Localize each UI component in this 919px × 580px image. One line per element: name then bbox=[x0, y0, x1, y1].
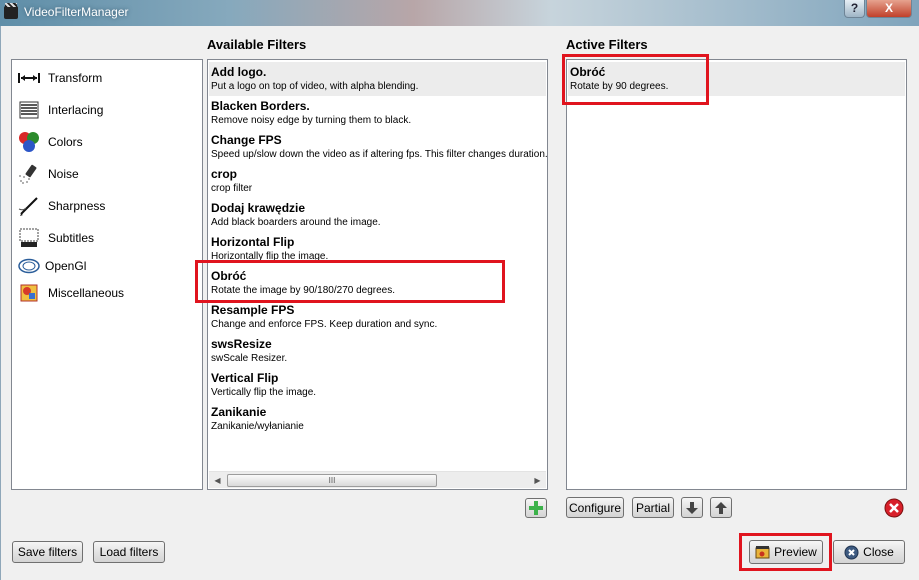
remove-icon bbox=[884, 498, 904, 518]
move-up-button[interactable] bbox=[710, 497, 732, 518]
category-item-interlacing[interactable]: Interlacing bbox=[18, 97, 103, 123]
close-icon bbox=[844, 545, 859, 560]
scrollbar-thumb[interactable]: III bbox=[227, 474, 437, 487]
load-filters-button[interactable]: Load filters bbox=[93, 541, 165, 563]
miscellaneous-icon bbox=[18, 282, 40, 304]
window-titlebar: VideoFilterManager ? X bbox=[0, 0, 919, 26]
available-filter-item[interactable]: crop crop filter bbox=[209, 164, 546, 198]
opengl-icon bbox=[18, 255, 40, 277]
category-item-noise[interactable]: Noise bbox=[18, 161, 79, 187]
available-filter-item[interactable]: Dodaj krawędzie Add black boarders aroun… bbox=[209, 198, 546, 232]
filter-description: Put a logo on top of video, with alpha b… bbox=[211, 81, 419, 92]
filter-name: Obróć bbox=[211, 269, 247, 283]
preview-icon bbox=[755, 545, 770, 559]
filter-description: Vertically flip the image. bbox=[211, 387, 317, 398]
subtitles-icon bbox=[18, 227, 40, 249]
filter-description: Horizontally flip the image. bbox=[211, 251, 329, 262]
filter-name: Add logo. bbox=[211, 65, 267, 79]
filter-description: Zanikanie/wyłanianie bbox=[211, 421, 304, 432]
category-item-miscellaneous[interactable]: Miscellaneous bbox=[18, 280, 124, 306]
available-filter-item[interactable]: Resample FPS Change and enforce FPS. Kee… bbox=[209, 300, 546, 334]
noise-icon bbox=[18, 163, 40, 185]
plus-icon bbox=[529, 501, 543, 515]
filter-name: crop bbox=[211, 167, 238, 181]
preview-label: Preview bbox=[774, 545, 817, 559]
filter-description: Remove noisy edge by turning them to bla… bbox=[211, 115, 412, 126]
window-close-button[interactable]: X bbox=[866, 0, 912, 18]
clapperboard-icon bbox=[4, 3, 18, 19]
filter-description: Rotate the image by 90/180/270 degrees. bbox=[211, 285, 396, 296]
interlacing-icon bbox=[18, 99, 40, 121]
configure-button[interactable]: Configure bbox=[566, 497, 624, 518]
active-filter-item[interactable]: Obróć Rotate by 90 degrees. bbox=[568, 62, 905, 96]
close-label: Close bbox=[863, 545, 894, 559]
category-label: Transform bbox=[48, 71, 103, 85]
category-item-subtitles[interactable]: Subtitles bbox=[18, 225, 94, 251]
arrow-up-icon bbox=[715, 501, 727, 514]
category-label: Sharpness bbox=[48, 199, 106, 213]
save-filters-button[interactable]: Save filters bbox=[12, 541, 83, 563]
filter-name: Zanikanie bbox=[211, 405, 267, 419]
available-filter-item[interactable]: Change FPS Speed up/slow down the video … bbox=[209, 130, 548, 164]
category-item-colors[interactable]: Colors bbox=[18, 129, 83, 155]
active-filters-heading: Active Filters bbox=[566, 37, 648, 52]
category-item-opengl[interactable]: OpenGl bbox=[18, 253, 86, 279]
scroll-right-icon[interactable]: ▶ bbox=[529, 472, 546, 488]
available-filter-item[interactable]: Obróć Rotate the image by 90/180/270 deg… bbox=[209, 266, 546, 300]
filter-description: Change and enforce FPS. Keep duration an… bbox=[211, 319, 438, 330]
filter-description: Speed up/slow down the video as if alter… bbox=[211, 149, 548, 160]
horizontal-scrollbar[interactable]: ◀ III ▶ bbox=[209, 471, 546, 488]
dialog-body: Available Filters Active Filters Transfo… bbox=[0, 26, 919, 580]
active-filters-list: Obróć Rotate by 90 degrees. bbox=[566, 59, 907, 490]
colors-icon bbox=[18, 131, 40, 153]
add-filter-button[interactable] bbox=[525, 498, 547, 518]
filter-name: Blacken Borders. bbox=[211, 99, 310, 113]
filter-name: Obróć bbox=[570, 65, 606, 79]
filter-description: swScale Resizer. bbox=[211, 353, 288, 364]
available-filter-item[interactable]: Blacken Borders. Remove noisy edge by tu… bbox=[209, 96, 546, 130]
filter-name: Dodaj krawędzie bbox=[211, 201, 306, 215]
filter-name: Vertical Flip bbox=[211, 371, 279, 385]
category-label: Colors bbox=[48, 135, 83, 149]
filter-name: Horizontal Flip bbox=[211, 235, 295, 249]
filter-description: Rotate by 90 degrees. bbox=[570, 81, 669, 92]
category-item-sharpness[interactable]: Sharpness bbox=[18, 193, 105, 219]
available-filter-item[interactable]: swsResize swScale Resizer. bbox=[209, 334, 546, 368]
close-button[interactable]: Close bbox=[833, 540, 905, 564]
scroll-left-icon[interactable]: ◀ bbox=[209, 472, 226, 488]
move-down-button[interactable] bbox=[681, 497, 703, 518]
category-label: Noise bbox=[48, 167, 79, 181]
transform-icon bbox=[18, 67, 40, 89]
filter-name: Resample FPS bbox=[211, 303, 295, 317]
category-label: Interlacing bbox=[48, 103, 104, 117]
available-filters-heading: Available Filters bbox=[207, 37, 307, 52]
filter-name: swsResize bbox=[211, 337, 272, 351]
category-label: Subtitles bbox=[48, 231, 95, 245]
available-filter-item[interactable]: Vertical Flip Vertically flip the image. bbox=[209, 368, 546, 402]
help-button[interactable]: ? bbox=[844, 0, 865, 18]
preview-button[interactable]: Preview bbox=[749, 540, 823, 564]
remove-filter-button[interactable] bbox=[884, 498, 904, 518]
arrow-down-icon bbox=[686, 501, 698, 514]
available-filter-item[interactable]: Add logo. Put a logo on top of video, wi… bbox=[209, 62, 546, 96]
available-filter-item[interactable]: Horizontal Flip Horizontally flip the im… bbox=[209, 232, 546, 266]
category-item-transform[interactable]: Transform bbox=[18, 65, 102, 91]
filter-description: Add black boarders around the image. bbox=[211, 217, 381, 228]
sharpness-icon bbox=[18, 195, 40, 217]
filter-name: Change FPS bbox=[211, 133, 282, 147]
window-title: VideoFilterManager bbox=[24, 5, 129, 19]
category-label: Miscellaneous bbox=[48, 286, 125, 300]
category-label: OpenGl bbox=[45, 259, 87, 273]
category-list: Transform Interlacing Colors Noise Sharp… bbox=[11, 59, 203, 490]
available-filters-list: Add logo. Put a logo on top of video, wi… bbox=[207, 59, 548, 490]
available-filter-item[interactable]: Zanikanie Zanikanie/wyłanianie bbox=[209, 402, 546, 436]
partial-button[interactable]: Partial bbox=[632, 497, 674, 518]
filter-description: crop filter bbox=[211, 183, 253, 194]
